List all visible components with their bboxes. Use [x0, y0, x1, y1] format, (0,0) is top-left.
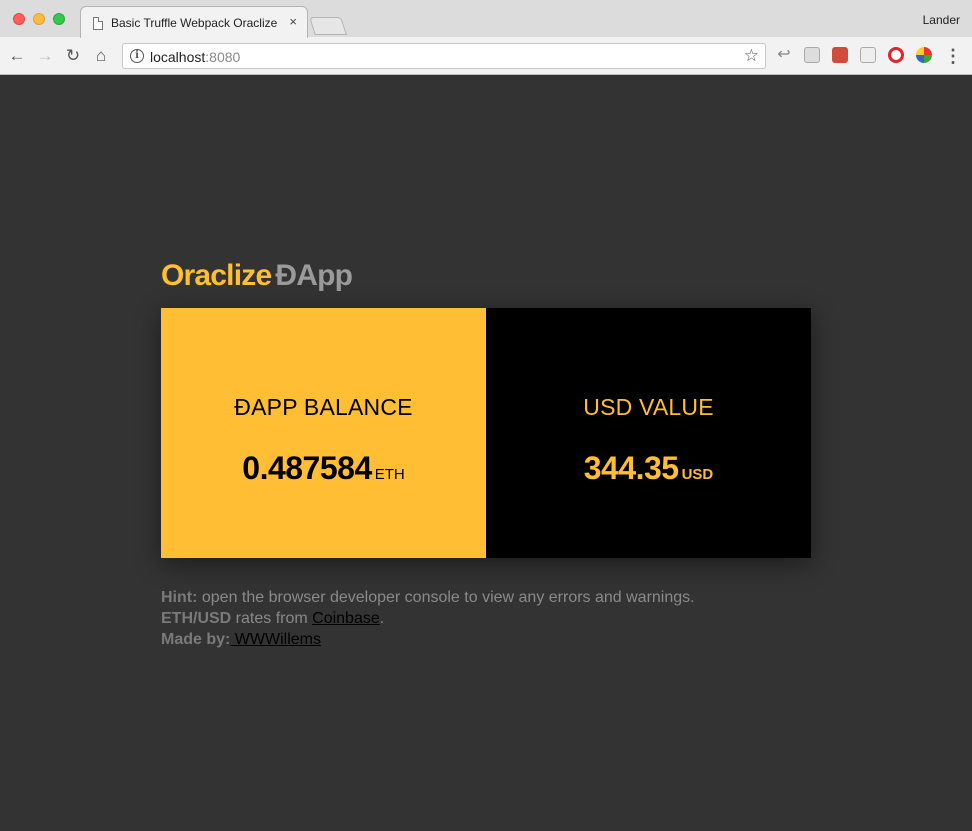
- reply-extension-icon[interactable]: ↩: [776, 47, 792, 63]
- menu-icon[interactable]: ⋮: [944, 45, 962, 67]
- window-close-button[interactable]: [13, 13, 25, 25]
- balance-value-row: 0.487584 ETH: [161, 450, 486, 487]
- usd-panel: USD VALUE 344.35 USD: [486, 308, 811, 558]
- url-text[interactable]: localhost:8080: [150, 49, 240, 65]
- back-arrow-icon[interactable]: ←: [6, 45, 28, 67]
- browser-chrome: Basic Truffle Webpack Oraclize × Lander …: [0, 0, 972, 75]
- page-title: Oraclize ĐApp: [161, 259, 353, 293]
- star-icon[interactable]: ☆: [744, 46, 759, 66]
- balance-label: ĐAPP BALANCE: [234, 394, 413, 420]
- opera-extension-icon[interactable]: [888, 47, 904, 63]
- coinbase-link[interactable]: Coinbase: [312, 610, 380, 627]
- info-icon[interactable]: i: [130, 49, 144, 63]
- rates-text: rates from: [231, 610, 313, 627]
- rates-line: ETH/USD rates from Coinbase.: [161, 608, 695, 629]
- new-tab-button[interactable]: [309, 17, 347, 35]
- window-minimize-button[interactable]: [33, 13, 45, 25]
- reload-icon[interactable]: ↻: [62, 45, 84, 67]
- url-port: :8080: [205, 49, 241, 65]
- extension-icon[interactable]: [860, 47, 876, 63]
- hint-text: open the browser developer console to vi…: [197, 589, 695, 606]
- window-maximize-button[interactable]: [53, 13, 65, 25]
- rates-end: .: [379, 610, 385, 627]
- url-host: localhost: [150, 49, 206, 65]
- balance-panel: ĐAPP BALANCE 0.487584 ETH: [161, 308, 486, 558]
- browser-toolbar: ← → ↻ ⌂ i localhost:8080 ☆ ↩ ⋮: [0, 37, 972, 75]
- page-viewport: Oraclize ĐApp ĐAPP BALANCE 0.487584 ETH US…: [0, 76, 972, 831]
- color-extension-icon[interactable]: [916, 47, 932, 63]
- forward-arrow-icon[interactable]: →: [34, 45, 56, 67]
- extension-icon[interactable]: [804, 47, 820, 63]
- made-by-label: Made by:: [161, 631, 231, 648]
- tab-close-icon[interactable]: ×: [289, 14, 297, 30]
- profile-name[interactable]: Lander: [923, 13, 960, 27]
- address-bar[interactable]: i localhost:8080 ☆: [122, 43, 766, 69]
- usd-unit: USD: [681, 466, 714, 483]
- balance-card: ĐAPP BALANCE 0.487584 ETH USD VALUE 344.3…: [161, 308, 811, 558]
- usd-value-row: 344.35 USD: [486, 450, 811, 487]
- title-secondary: ĐApp: [275, 259, 353, 292]
- tab-title: Basic Truffle Webpack Oraclize: [111, 16, 278, 30]
- rates-label: ETH/USD: [161, 610, 232, 627]
- hint-label: Hint:: [161, 589, 198, 606]
- title-primary: Oraclize: [161, 259, 272, 292]
- footer-notes: Hint: open the browser developer console…: [161, 587, 695, 650]
- usd-value: 344.35: [583, 450, 679, 486]
- tab-active[interactable]: Basic Truffle Webpack Oraclize ×: [80, 6, 308, 38]
- balance-value: 0.487584: [242, 450, 372, 486]
- made-by-line: Made by: WWWillems: [161, 629, 695, 650]
- hint-line: Hint: open the browser developer console…: [161, 587, 695, 608]
- balance-unit: ETH: [374, 466, 405, 483]
- tab-strip: Basic Truffle Webpack Oraclize × Lander: [0, 0, 972, 38]
- home-icon[interactable]: ⌂: [90, 45, 112, 67]
- bookmark-extension-icon[interactable]: [832, 47, 848, 63]
- document-icon: [93, 17, 103, 30]
- author-link[interactable]: WWWillems: [230, 631, 321, 648]
- usd-label: USD VALUE: [583, 394, 714, 420]
